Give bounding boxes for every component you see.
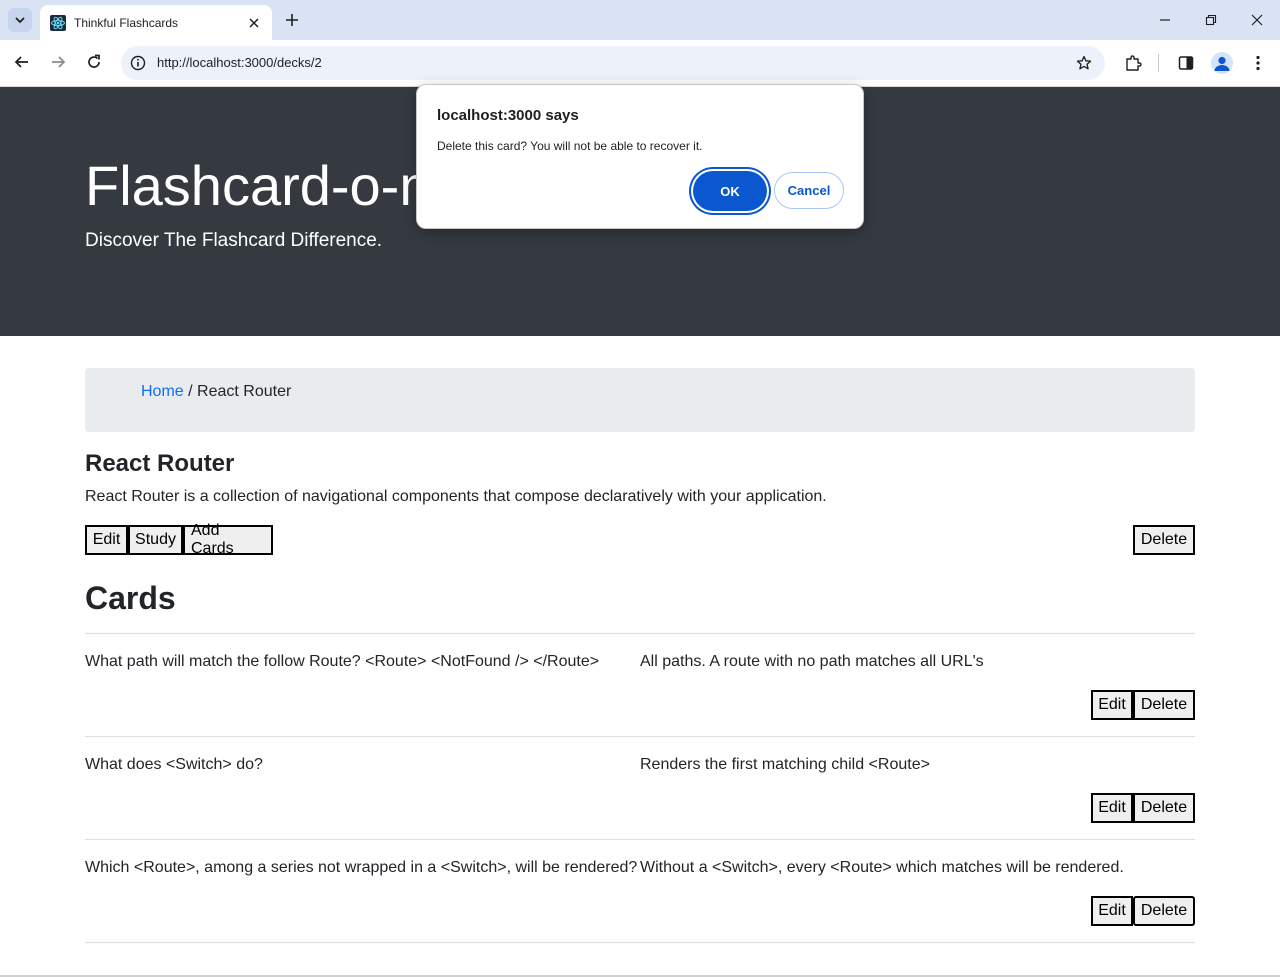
edit-card-button[interactable]: Edit — [1091, 896, 1133, 926]
bookmark-star-icon[interactable] — [1075, 54, 1093, 72]
breadcrumb-trail: Home / React Router — [141, 383, 291, 401]
side-panel-button[interactable] — [1176, 53, 1196, 73]
breadcrumb-separator: / — [183, 383, 198, 400]
plus-icon — [286, 14, 298, 26]
dialog-cancel-button[interactable]: Cancel — [774, 172, 844, 209]
breadcrumb: Home / React Router — [85, 368, 1195, 432]
divider — [85, 839, 1195, 840]
forward-button[interactable] — [48, 52, 68, 72]
profile-avatar[interactable] — [1211, 52, 1233, 74]
browser-menu-button[interactable] — [1248, 53, 1268, 73]
close-window-button[interactable] — [1247, 10, 1267, 30]
reload-button[interactable] — [84, 52, 104, 72]
card-front-text: What path will match the follow Route? <… — [85, 653, 600, 670]
arrow-left-icon — [14, 56, 28, 68]
browser-toolbar: http://localhost:3000/decks/2 — [0, 40, 1280, 87]
close-icon — [249, 17, 259, 28]
dialog-ok-button[interactable]: OK — [693, 171, 767, 211]
card-back-text: Without a <Switch>, every <Route> which … — [640, 859, 1124, 876]
new-tab-button[interactable] — [282, 10, 302, 30]
puzzle-icon — [1126, 55, 1142, 71]
confirm-dialog: localhost:3000 says Delete this card? Yo… — [416, 84, 864, 229]
react-logo-icon — [50, 14, 66, 31]
study-button[interactable]: Study — [128, 525, 183, 555]
url-text[interactable]: http://localhost:3000/decks/2 — [157, 55, 322, 70]
tab-search-button[interactable] — [8, 8, 32, 32]
card-back-text: Renders the first matching child <Route> — [640, 756, 930, 773]
close-icon — [1251, 14, 1263, 26]
minimize-button[interactable] — [1155, 10, 1175, 30]
back-button[interactable] — [12, 52, 32, 72]
delete-card-button[interactable]: Delete — [1133, 793, 1195, 823]
delete-deck-button[interactable]: Delete — [1133, 525, 1195, 555]
site-subtitle: Discover The Flashcard Difference. — [85, 230, 383, 251]
person-icon — [1214, 56, 1230, 71]
add-cards-button[interactable]: Add Cards — [183, 522, 273, 557]
dialog-title: localhost:3000 says — [437, 107, 579, 124]
tab-close-button[interactable] — [246, 15, 262, 31]
breadcrumb-current: React Router — [197, 383, 292, 400]
edit-card-button[interactable]: Edit — [1091, 793, 1133, 823]
chevron-down-icon — [15, 17, 25, 24]
edit-deck-button[interactable]: Edit — [85, 525, 128, 555]
edit-card-button[interactable]: Edit — [1091, 690, 1133, 720]
site-info-icon[interactable] — [129, 54, 147, 72]
tab-title: Thinkful Flashcards — [74, 15, 179, 30]
site-title: Flashcard-o-m — [85, 154, 446, 217]
toolbar-separator — [1158, 54, 1159, 72]
dialog-message: Delete this card? You will not be able t… — [437, 139, 703, 153]
divider — [85, 942, 1195, 943]
card-front-text: What does <Switch> do? — [85, 756, 263, 773]
cards-heading: Cards — [85, 580, 176, 616]
address-bar[interactable]: http://localhost:3000/decks/2 — [121, 46, 1105, 80]
extensions-button[interactable] — [1123, 53, 1143, 73]
browser-tab-bar: Thinkful Flashcards — [0, 0, 1280, 40]
browser-tab[interactable]: Thinkful Flashcards — [40, 5, 272, 40]
minimize-icon — [1160, 19, 1170, 21]
more-vertical-icon — [1256, 55, 1260, 71]
restore-button[interactable] — [1201, 10, 1221, 30]
restore-icon — [1205, 14, 1217, 26]
card-front-text: Which <Route>, among a series not wrappe… — [85, 859, 638, 876]
side-panel-icon — [1178, 56, 1194, 70]
deck-description: React Router is a collection of navigati… — [85, 488, 827, 505]
divider — [85, 633, 1195, 634]
divider — [85, 736, 1195, 737]
delete-card-button[interactable]: Delete — [1133, 690, 1195, 720]
delete-card-button[interactable]: Delete — [1133, 896, 1195, 926]
deck-title: React Router — [85, 450, 235, 477]
breadcrumb-home-link[interactable]: Home — [141, 383, 184, 400]
arrow-right-icon — [52, 56, 66, 68]
card-back-text: All paths. A route with no path matches … — [640, 653, 984, 670]
reload-icon — [88, 54, 100, 68]
